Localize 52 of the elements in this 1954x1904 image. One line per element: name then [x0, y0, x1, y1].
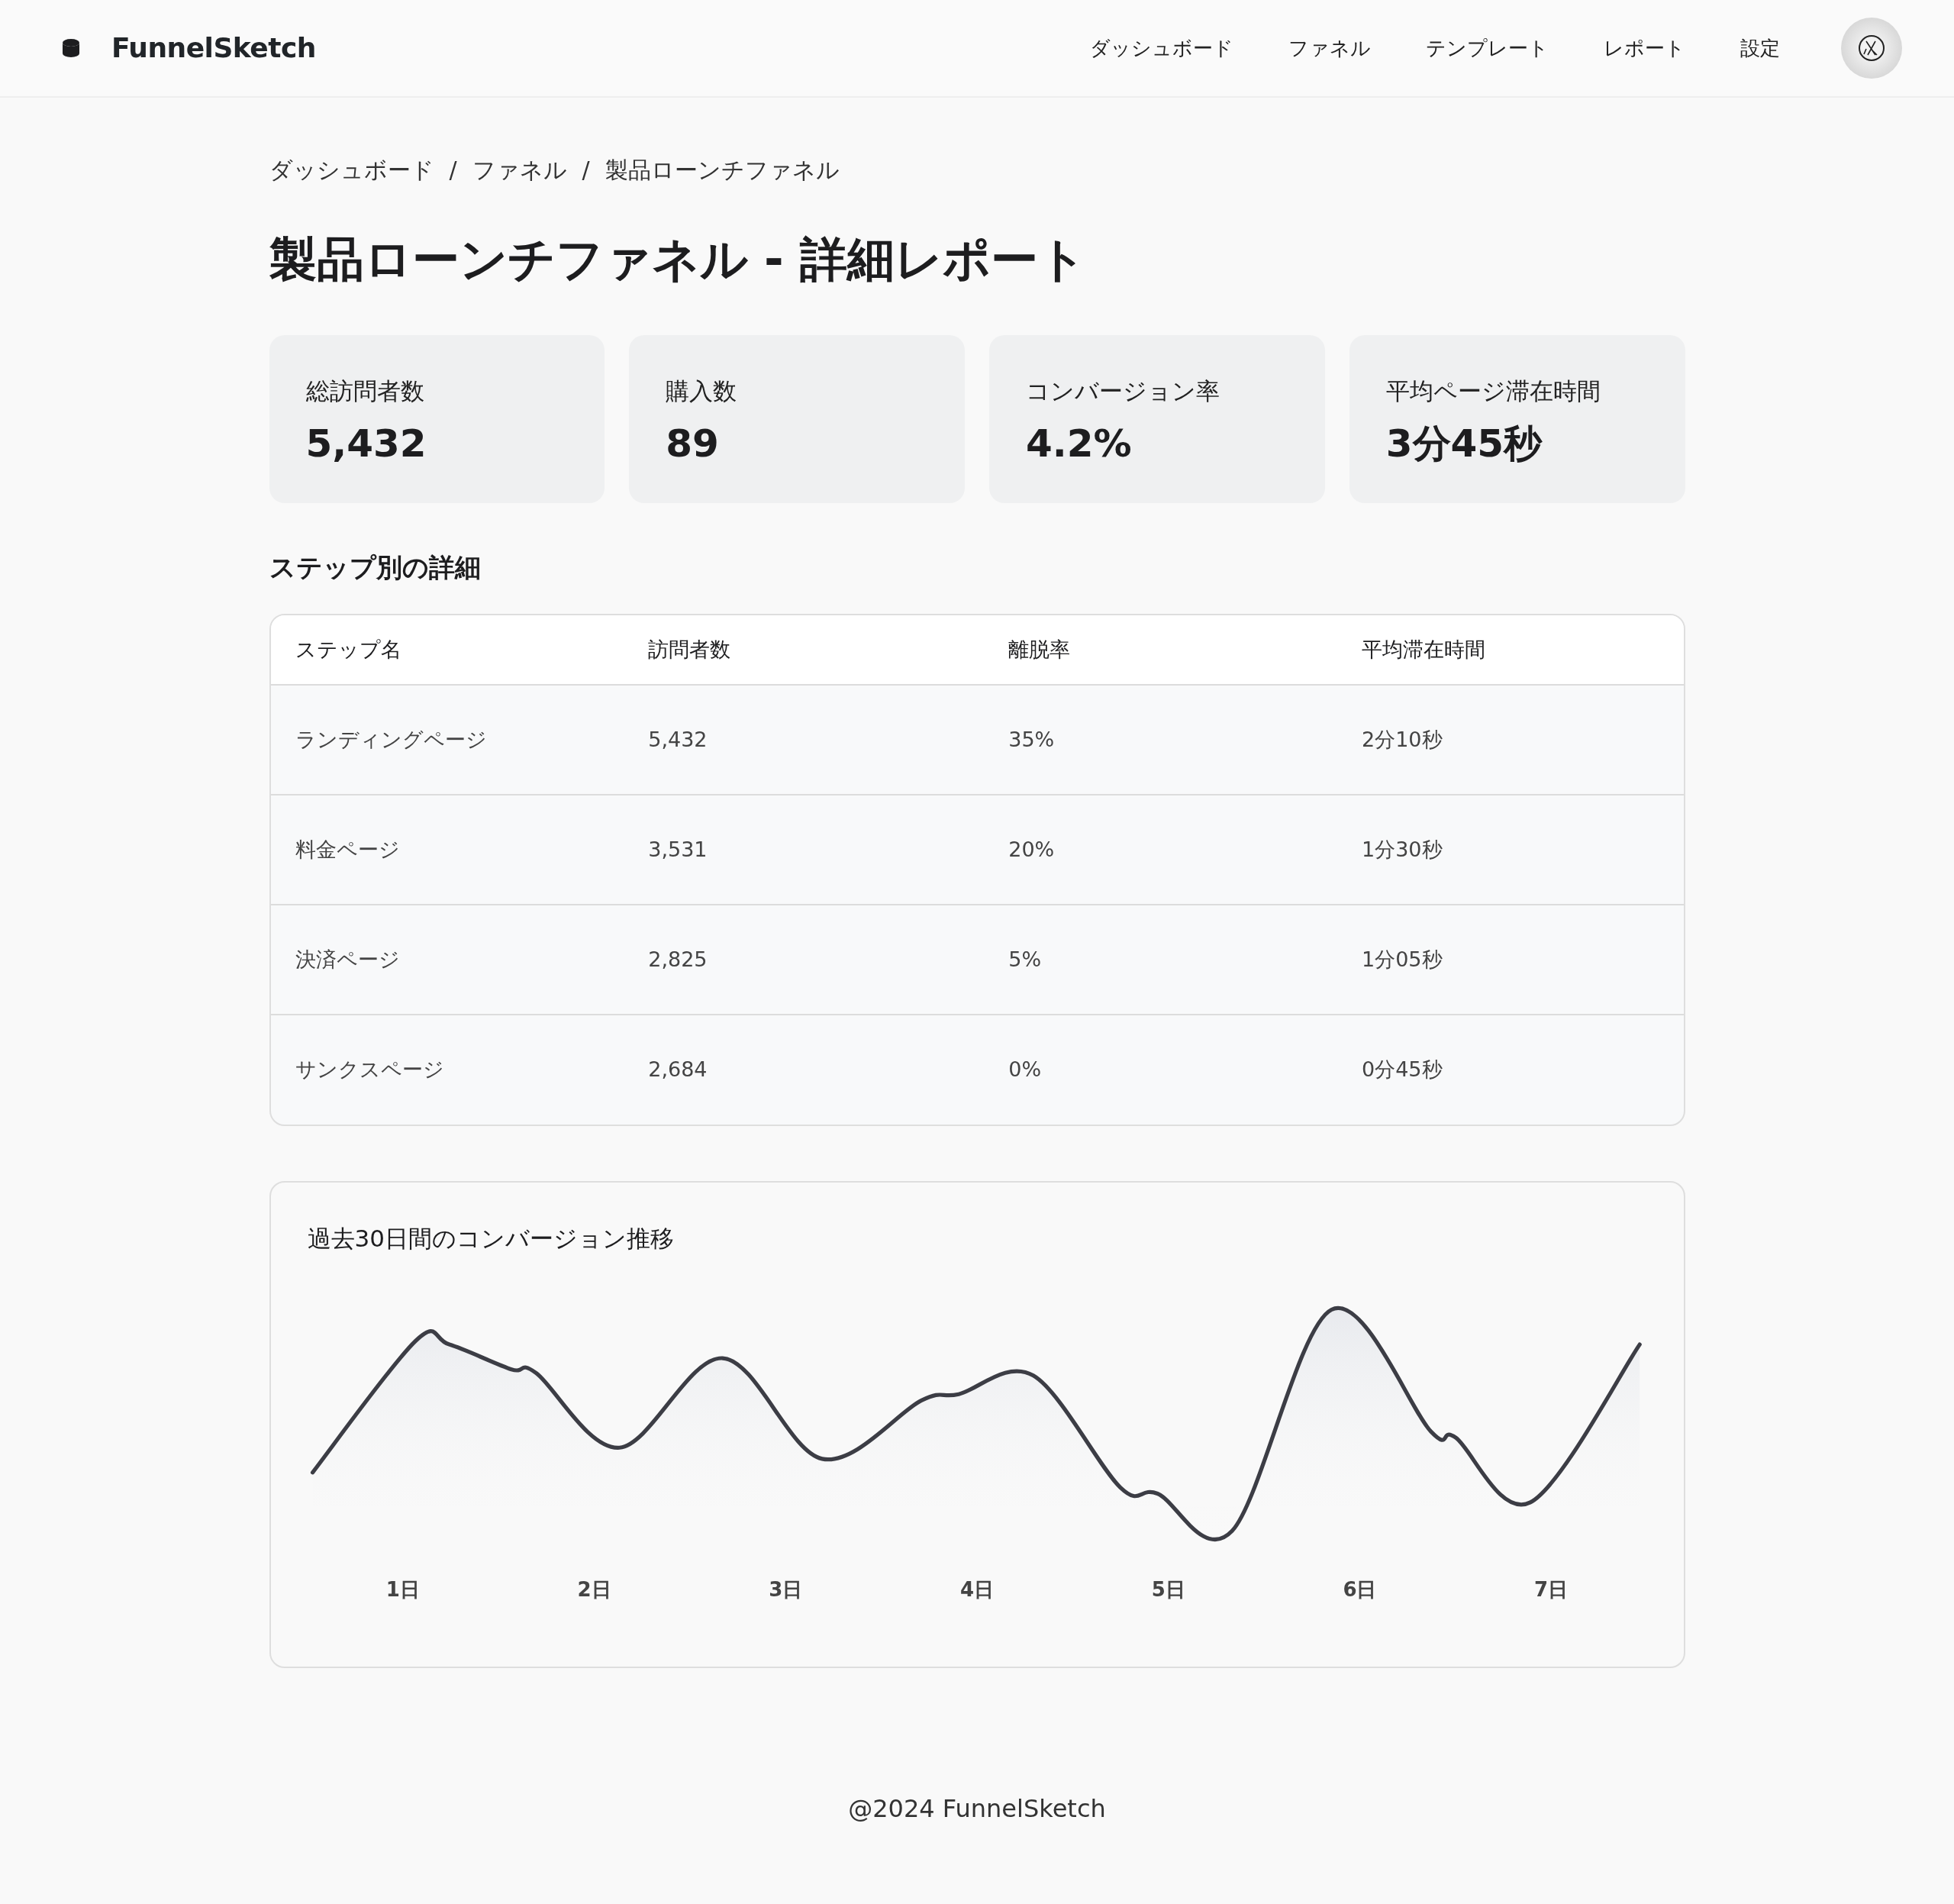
breadcrumb-item[interactable]: ファネル: [472, 153, 567, 187]
axis-label: 2日: [577, 1578, 611, 1602]
stat-label: 購入数: [666, 376, 738, 407]
table-cell: 2,684: [624, 1015, 985, 1125]
table-cell: 1分05秒: [1337, 905, 1684, 1015]
breadcrumb-separator: /: [449, 156, 457, 185]
stat-value: 3分45秒: [1385, 420, 1543, 467]
breadcrumb-item[interactable]: ダッシュボード: [269, 153, 434, 187]
table-cell: 35%: [984, 685, 1337, 795]
stat-label: 総訪問者数: [305, 376, 425, 407]
table-cell: 0%: [984, 1015, 1337, 1125]
column-header: 離脱率: [984, 615, 1337, 686]
axis-label: 7日: [1534, 1578, 1569, 1602]
table-cell: 料金ページ: [270, 795, 624, 905]
table-cell: ランディングページ: [270, 685, 624, 795]
stat-value: 4.2%: [1026, 420, 1133, 467]
monogram-icon: [1857, 34, 1886, 63]
section-heading: ステップ別の詳細: [269, 552, 482, 584]
stat-label: 平均ページ滞在時間: [1385, 376, 1601, 407]
table-cell: 3,531: [624, 795, 985, 905]
stat-label: コンバージョン率: [1026, 376, 1220, 407]
table-cell: 2分10秒: [1337, 685, 1684, 795]
column-header: ステップ名: [270, 615, 624, 686]
table-cell: サンクスページ: [270, 1015, 624, 1125]
axis-label: 5日: [1151, 1578, 1185, 1602]
table-cell: 5,432: [624, 685, 985, 795]
table-cell: 20%: [984, 795, 1337, 905]
table-cell: 2,825: [624, 905, 985, 1015]
axis-label: 4日: [959, 1578, 995, 1602]
column-header: 平均滞在時間: [1337, 615, 1684, 686]
axis-label: 1日: [385, 1578, 420, 1602]
nav-link[interactable]: レポート: [1604, 27, 1685, 69]
footer-text: @2024 FunnelSketch: [847, 1793, 1107, 1825]
stat-value: 89: [666, 420, 720, 467]
nav-link[interactable]: テンプレート: [1426, 27, 1549, 69]
column-header: 訪問者数: [624, 615, 985, 686]
nav-link[interactable]: ファネル: [1288, 27, 1371, 69]
axis-label: 3日: [769, 1578, 803, 1602]
breadcrumb-separator: /: [582, 156, 590, 185]
nav-link[interactable]: ダッシュボード: [1090, 27, 1233, 69]
table-cell: 5%: [984, 905, 1337, 1015]
stat-value: 5,432: [305, 420, 427, 467]
page-title: 製品ローンチファネル - 詳細レポート: [269, 231, 1088, 289]
axis-label: 6日: [1343, 1578, 1377, 1602]
chart-title: 過去30日間のコンバージョン推移: [307, 1224, 675, 1254]
logo-link[interactable]: FunnelSketch: [111, 27, 316, 69]
table-cell: 0分45秒: [1337, 1015, 1684, 1125]
database-icon: [61, 38, 81, 58]
nav-link[interactable]: 設定: [1740, 27, 1780, 69]
table-cell: 1分30秒: [1337, 795, 1684, 905]
table-cell: 決済ページ: [270, 905, 624, 1015]
breadcrumb-item: 製品ローンチファネル: [605, 156, 840, 185]
